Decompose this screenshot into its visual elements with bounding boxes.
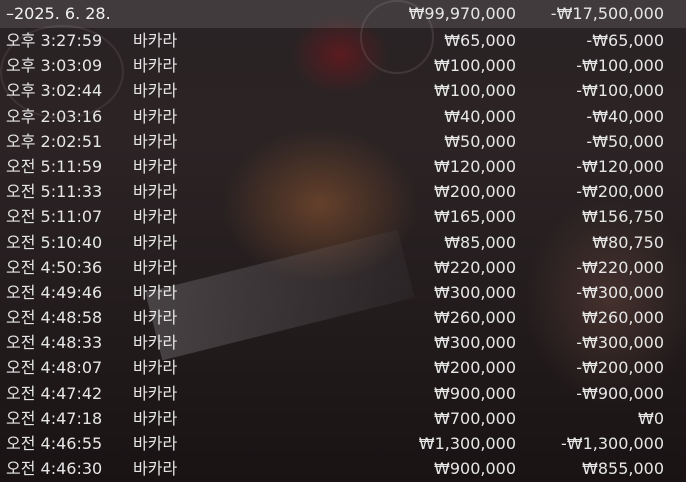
bet-time: 오전 4:48:58 xyxy=(6,308,103,328)
bet-amount: ₩700,000 xyxy=(434,408,516,428)
bet-amount: ₩100,000 xyxy=(434,56,516,76)
bet-amount: ₩220,000 xyxy=(434,257,516,277)
bet-amount: ₩200,000 xyxy=(434,358,516,378)
result-amount: -₩220,000 xyxy=(576,257,664,277)
game-name: 바카라 xyxy=(133,408,178,428)
game-name: 바카라 xyxy=(133,31,178,50)
history-row[interactable]: 오전 4:49:46 바카라 ₩300,000 -₩300,000 xyxy=(0,280,686,305)
game-name: 바카라 xyxy=(133,282,178,302)
game-name: 바카라 xyxy=(133,156,178,176)
game-name: 바카라 xyxy=(133,232,178,252)
date-label: –2025. 6. 28. xyxy=(6,4,111,23)
bet-time: 오전 5:11:33 xyxy=(6,182,103,202)
bet-time: 오후 3:02:44 xyxy=(6,81,103,101)
history-row[interactable]: 오전 5:11:33 바카라 ₩200,000 -₩200,000 xyxy=(0,179,686,204)
bet-amount: ₩900,000 xyxy=(434,459,516,479)
bet-time: 오전 4:46:55 xyxy=(6,434,103,453)
bet-time: 오전 4:46:30 xyxy=(6,459,103,479)
bet-amount: ₩300,000 xyxy=(434,282,516,302)
bet-time: 오전 4:49:46 xyxy=(6,282,103,302)
result-amount: -₩900,000 xyxy=(576,383,664,403)
total-result-amount: -₩17,500,000 xyxy=(550,4,664,23)
result-amount: -₩1,300,000 xyxy=(560,434,664,453)
history-row[interactable]: 오후 3:02:44 바카라 ₩100,000 -₩100,000 xyxy=(0,78,686,103)
history-rows: 오후 3:27:59 바카라 ₩65,000 -₩65,000 오후 3:03:09 바카… xyxy=(0,28,686,481)
result-amount: -₩100,000 xyxy=(576,81,664,101)
game-name: 바카라 xyxy=(133,182,178,202)
game-name: 바카라 xyxy=(133,459,178,479)
bet-amount: ₩900,000 xyxy=(434,383,516,403)
bet-amount: ₩85,000 xyxy=(444,232,516,252)
bet-amount: ₩50,000 xyxy=(444,131,516,151)
bet-amount: ₩100,000 xyxy=(434,81,516,101)
bet-amount: ₩300,000 xyxy=(434,333,516,353)
history-row[interactable]: 오전 4:47:18 바카라 ₩700,000 ₩0 xyxy=(0,406,686,431)
date-group-header[interactable]: –2025. 6. 28. ₩99,970,000 -₩17,500,000 xyxy=(0,0,686,28)
history-row[interactable]: 오전 4:50:36 바카라 ₩220,000 -₩220,000 xyxy=(0,255,686,280)
result-amount: -₩50,000 xyxy=(586,131,664,151)
bet-time: 오후 3:27:59 xyxy=(6,31,103,50)
result-amount: -₩200,000 xyxy=(576,358,664,378)
bet-amount: ₩40,000 xyxy=(444,106,516,126)
result-amount: -₩120,000 xyxy=(576,156,664,176)
bet-time: 오전 5:11:07 xyxy=(6,207,103,227)
history-row[interactable]: 오전 4:48:07 바카라 ₩200,000 -₩200,000 xyxy=(0,355,686,380)
game-name: 바카라 xyxy=(133,308,178,328)
result-amount: -₩300,000 xyxy=(576,282,664,302)
history-row[interactable]: 오전 5:11:07 바카라 ₩165,000 ₩156,750 xyxy=(0,204,686,229)
history-row[interactable]: 오전 4:48:58 바카라 ₩260,000 ₩260,000 xyxy=(0,305,686,330)
bet-time: 오전 4:47:42 xyxy=(6,383,103,403)
bet-amount: ₩120,000 xyxy=(434,156,516,176)
bet-amount: ₩260,000 xyxy=(434,308,516,328)
result-amount: -₩100,000 xyxy=(576,56,664,76)
history-row[interactable]: 오후 2:03:16 바카라 ₩40,000 -₩40,000 xyxy=(0,104,686,129)
result-amount: -₩40,000 xyxy=(586,106,664,126)
result-amount: -₩200,000 xyxy=(576,182,664,202)
game-name: 바카라 xyxy=(133,434,178,453)
result-amount: ₩855,000 xyxy=(582,459,664,479)
history-row[interactable]: 오후 3:03:09 바카라 ₩100,000 -₩100,000 xyxy=(0,53,686,78)
bet-amount: ₩1,300,000 xyxy=(418,434,516,453)
history-row[interactable]: 오전 4:46:55 바카라 ₩1,300,000 -₩1,300,000 xyxy=(0,431,686,456)
result-amount: ₩80,750 xyxy=(592,232,664,252)
game-name: 바카라 xyxy=(133,333,178,353)
history-row[interactable]: 오전 5:11:59 바카라 ₩120,000 -₩120,000 xyxy=(0,154,686,179)
bet-amount: ₩200,000 xyxy=(434,182,516,202)
game-name: 바카라 xyxy=(133,131,178,151)
history-screen: –2025. 6. 28. ₩99,970,000 -₩17,500,000 오… xyxy=(0,0,686,482)
bet-time: 오후 3:03:09 xyxy=(6,56,103,76)
bet-amount: ₩165,000 xyxy=(434,207,516,227)
history-row[interactable]: 오전 4:46:30 바카라 ₩900,000 ₩855,000 xyxy=(0,456,686,481)
history-row[interactable]: 오후 3:27:59 바카라 ₩65,000 -₩65,000 xyxy=(0,28,686,53)
history-row[interactable]: 오후 2:02:51 바카라 ₩50,000 -₩50,000 xyxy=(0,129,686,154)
bet-time: 오전 5:10:40 xyxy=(6,232,103,252)
bet-time: 오후 2:02:51 xyxy=(6,131,103,151)
bet-time: 오전 4:50:36 xyxy=(6,257,103,277)
game-name: 바카라 xyxy=(133,81,178,101)
bet-amount: ₩65,000 xyxy=(444,31,516,50)
bet-history-list: –2025. 6. 28. ₩99,970,000 -₩17,500,000 오… xyxy=(0,0,686,481)
result-amount: -₩300,000 xyxy=(576,333,664,353)
bet-time: 오전 5:11:59 xyxy=(6,156,103,176)
bet-time: 오전 4:48:07 xyxy=(6,358,103,378)
game-name: 바카라 xyxy=(133,106,178,126)
total-bet-amount: ₩99,970,000 xyxy=(408,4,516,23)
history-row[interactable]: 오전 5:10:40 바카라 ₩85,000 ₩80,750 xyxy=(0,230,686,255)
game-name: 바카라 xyxy=(133,56,178,76)
result-amount: -₩65,000 xyxy=(586,31,664,50)
game-name: 바카라 xyxy=(133,358,178,378)
result-amount: ₩260,000 xyxy=(582,308,664,328)
bet-time: 오전 4:47:18 xyxy=(6,408,103,428)
game-name: 바카라 xyxy=(133,207,178,227)
game-name: 바카라 xyxy=(133,257,178,277)
game-name: 바카라 xyxy=(133,383,178,403)
bet-time: 오후 2:03:16 xyxy=(6,106,103,126)
result-amount: ₩0 xyxy=(638,408,664,428)
bet-time: 오전 4:48:33 xyxy=(6,333,103,353)
result-amount: ₩156,750 xyxy=(582,207,664,227)
history-row[interactable]: 오전 4:48:33 바카라 ₩300,000 -₩300,000 xyxy=(0,330,686,355)
history-row[interactable]: 오전 4:47:42 바카라 ₩900,000 -₩900,000 xyxy=(0,381,686,406)
